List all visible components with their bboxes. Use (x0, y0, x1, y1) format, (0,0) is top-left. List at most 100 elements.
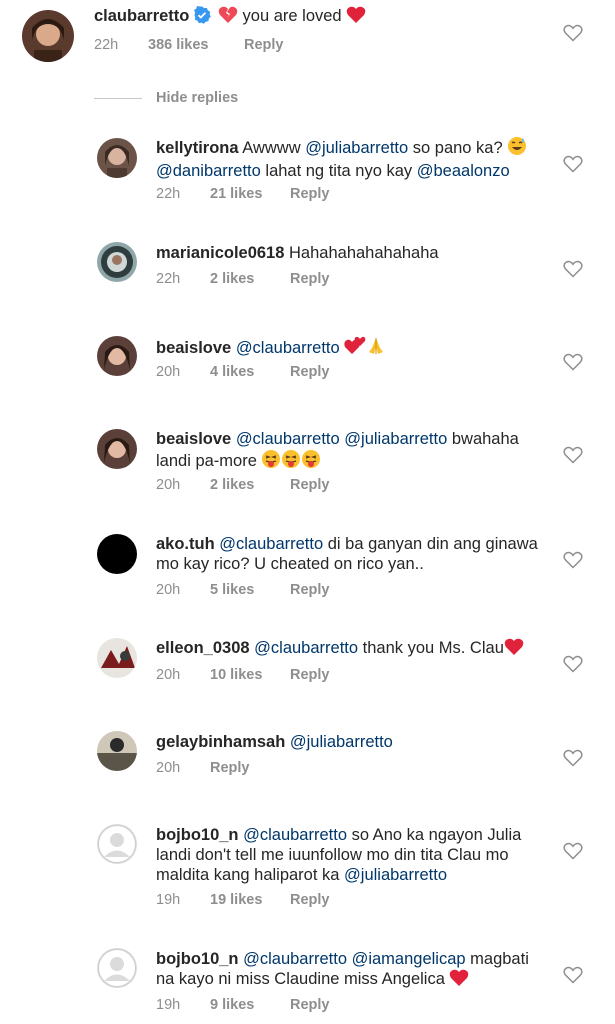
like-heart-icon[interactable] (563, 24, 583, 42)
avatar-elleon_0308[interactable] (97, 638, 137, 678)
like-heart-icon[interactable] (563, 551, 583, 569)
verified-badge-icon (193, 6, 212, 29)
reply-username[interactable]: ako.tuh (156, 535, 215, 553)
avatar-beaislove[interactable] (97, 429, 137, 469)
reply-body: thank you Ms. Clau (358, 639, 504, 657)
like-heart-icon[interactable] (563, 966, 583, 984)
reply-text: ako.tuh @claubarretto di ba ganyan din a… (156, 534, 545, 574)
reply-likes[interactable]: 2 likes (210, 271, 290, 287)
reply-time: 20h (156, 667, 181, 683)
mention-link[interactable]: @claubarretto (243, 826, 347, 844)
divider-line (94, 97, 142, 99)
reply-button[interactable]: Reply (290, 997, 330, 1013)
reply-button[interactable]: Reply (290, 477, 330, 493)
avatar-gelaybinhamsah[interactable] (97, 731, 137, 771)
reply-time: 20h (156, 582, 181, 598)
reply-meta: 19h 9 likes Reply (156, 997, 330, 1013)
reply-button[interactable]: Reply (290, 364, 330, 380)
reply-meta: 22h 21 likes Reply (156, 186, 330, 202)
reply-meta: 22h 2 likes Reply (156, 271, 330, 287)
grin-sweat-emoji-icon (507, 136, 527, 161)
reply-text: bojbo10_n @claubarretto @iamangelicap ma… (156, 949, 545, 992)
reply-username[interactable]: elleon_0308 (156, 639, 250, 657)
reply-likes[interactable]: 21 likes (210, 186, 290, 202)
mention-link[interactable]: @juliabarretto (305, 139, 408, 157)
reply-time: 22h (156, 271, 181, 287)
reply-text: kellytirona Awwww @juliabarretto so pano… (156, 136, 545, 181)
reply-button[interactable]: Reply (290, 271, 330, 287)
red-heart-emoji-icon (449, 969, 469, 992)
reply-username[interactable]: marianicole0618 (156, 244, 284, 262)
reply-time: 20h (156, 364, 181, 380)
reply-button[interactable]: Reply (290, 892, 330, 908)
mention-link[interactable]: @juliabarretto (344, 866, 447, 884)
reply-time: 19h (156, 892, 181, 908)
reply-meta: 20h 2 likes Reply (156, 477, 330, 493)
reply-likes[interactable]: 10 likes (210, 667, 290, 683)
reply-username[interactable]: kellytirona (156, 139, 239, 157)
two-hearts-emoji-icon (344, 336, 366, 361)
reply-time: 22h (156, 186, 181, 202)
reply-button[interactable]: Reply (210, 760, 250, 776)
like-heart-icon[interactable] (563, 749, 583, 767)
reply-meta: 20h Reply (156, 760, 250, 776)
mention-link[interactable]: @danibarretto (156, 162, 261, 180)
reply-likes[interactable]: 2 likes (210, 477, 290, 493)
reply-body: Awwww (242, 139, 306, 157)
like-heart-icon[interactable] (563, 353, 583, 371)
tongue-emoji-icon (281, 449, 301, 474)
mention-link[interactable]: @claubarretto (236, 339, 340, 357)
reply-button[interactable]: Reply (290, 667, 330, 683)
reply-meta: 20h 5 likes Reply (156, 582, 330, 598)
mention-link[interactable]: @juliabarretto (344, 430, 447, 448)
avatar-marianicole0618[interactable] (97, 242, 137, 282)
comment-username[interactable]: claubarretto (94, 7, 189, 25)
mention-link[interactable]: @claubarretto (243, 950, 347, 968)
comment-likes[interactable]: 386 likes (148, 37, 244, 53)
like-heart-icon[interactable] (563, 842, 583, 860)
pray-emoji-icon (366, 336, 386, 361)
reply-text: beaislove @claubarretto (156, 336, 545, 361)
reply-button[interactable]: Reply (290, 186, 330, 202)
reply-username[interactable]: gelaybinhamsah (156, 733, 285, 751)
red-heart-emoji-icon (346, 6, 366, 29)
reply-likes[interactable]: 9 likes (210, 997, 290, 1013)
comment-meta: 22h 386 likes Reply (94, 37, 284, 53)
like-heart-icon[interactable] (563, 155, 583, 173)
reply-text: elleon_0308 @claubarretto thank you Ms. … (156, 638, 545, 661)
reply-username[interactable]: beaislove (156, 430, 231, 448)
avatar-ako.tuh[interactable] (97, 534, 137, 574)
comment-text: claubarretto you are loved (94, 6, 545, 29)
reply-button[interactable]: Reply (290, 582, 330, 598)
avatar-kellytirona[interactable] (97, 138, 137, 178)
reply-username[interactable]: beaislove (156, 339, 231, 357)
avatar-claubarretto[interactable] (22, 10, 74, 62)
mention-link[interactable]: @iamangelicap (352, 950, 466, 968)
avatar-bojbo10_n[interactable] (97, 824, 137, 864)
reply-meta: 20h 10 likes Reply (156, 667, 330, 683)
reply-likes[interactable]: 4 likes (210, 364, 290, 380)
reply-body: so pano ka? (408, 139, 508, 157)
mention-link[interactable]: @claubarretto (254, 639, 358, 657)
main-comment: claubarretto you are loved 22h 386 likes… (0, 0, 615, 80)
mention-link[interactable]: @claubarretto (236, 430, 340, 448)
like-heart-icon[interactable] (563, 260, 583, 278)
reply-username[interactable]: bojbo10_n (156, 826, 239, 844)
mention-link[interactable]: @beaalonzo (417, 162, 510, 180)
avatar-bojbo10_n[interactable] (97, 948, 137, 988)
reply-likes[interactable]: 5 likes (210, 582, 290, 598)
reply-body: Hahahahahahahaha (289, 244, 439, 262)
reply-username[interactable]: bojbo10_n (156, 950, 239, 968)
tongue-emoji-icon (261, 449, 281, 474)
avatar-beaislove[interactable] (97, 336, 137, 376)
like-heart-icon[interactable] (563, 655, 583, 673)
hide-replies-label: Hide replies (156, 90, 239, 106)
like-heart-icon[interactable] (563, 446, 583, 464)
reply-meta: 19h 19 likes Reply (156, 892, 330, 908)
reply-likes[interactable]: 19 likes (210, 892, 290, 908)
mention-link[interactable]: @claubarretto (219, 535, 323, 553)
mention-link[interactable]: @juliabarretto (290, 733, 393, 751)
hide-replies-button[interactable]: Hide replies (94, 90, 238, 106)
tongue-emoji-icon (301, 449, 321, 474)
reply-button[interactable]: Reply (244, 37, 284, 53)
